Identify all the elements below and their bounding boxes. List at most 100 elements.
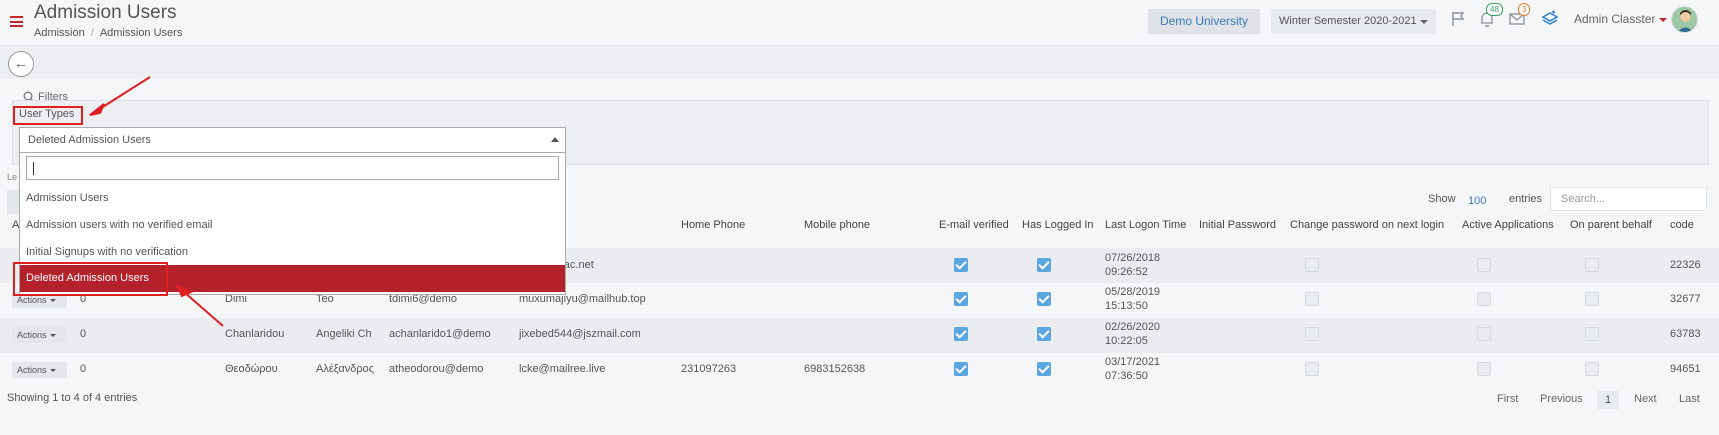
chevron-up-icon [551, 137, 559, 142]
change-password-checkbox [1305, 258, 1319, 272]
pagination-last[interactable]: Last [1679, 393, 1700, 405]
pagination-first[interactable]: First [1497, 393, 1518, 405]
institution-button[interactable]: Demo University [1148, 9, 1260, 34]
option-admission-users[interactable]: Admission Users [20, 185, 565, 212]
column-header-mobile-phone[interactable]: Mobile phone [804, 219, 870, 231]
email-verified-checkbox [954, 362, 968, 376]
layers-icon[interactable] [1541, 10, 1559, 28]
has-logged-in-checkbox [1037, 362, 1051, 376]
last-logon-date: 02/26/2020 [1105, 321, 1161, 333]
toolbar-band [0, 46, 1719, 79]
flag-icon[interactable] [1450, 10, 1468, 28]
notifications-badge: 48 [1486, 3, 1503, 16]
annotation-box-user-types [13, 106, 83, 125]
email-verified-checkbox [954, 327, 968, 341]
column-header-has-logged-in[interactable]: Has Logged In [1022, 219, 1094, 231]
home-phone-cell: 231097263 [681, 363, 737, 375]
hamburger-menu-icon[interactable] [10, 16, 23, 27]
change-password-checkbox [1305, 362, 1319, 376]
mobile-phone-cell: 6983152638 [804, 363, 866, 375]
actions-button[interactable]: Actions [12, 327, 67, 343]
column-header-active-applications[interactable]: Active Applications [1462, 219, 1554, 231]
dropdown-search-input[interactable] [26, 156, 559, 180]
column-header-email-verified[interactable]: E-mail verified [939, 219, 1009, 231]
on-parent-behalf-checkbox [1585, 327, 1599, 341]
chevron-down-icon [49, 334, 56, 338]
has-logged-in-checkbox [1037, 292, 1051, 306]
back-button[interactable]: ← [8, 51, 34, 77]
change-password-checkbox [1305, 292, 1319, 306]
chevron-down-icon [1659, 17, 1668, 22]
actions-button[interactable]: Actions [12, 362, 67, 378]
annotation-box-deleted-users [13, 262, 168, 296]
last-logon-date: 05/28/2019 [1105, 286, 1161, 298]
show-label: Show [1428, 193, 1456, 205]
active-applications-checkbox [1477, 258, 1491, 272]
email-verified-checkbox [954, 292, 968, 306]
code-cell: 22326 [1670, 259, 1701, 271]
breadcrumb-admission-users: Admission Users [99, 27, 183, 39]
active-applications-checkbox [1477, 362, 1491, 376]
on-parent-behalf-checkbox [1585, 258, 1599, 272]
first-name-cell: Αλέξανδρος [316, 363, 375, 375]
last-logon-date: 03/17/2021 [1105, 356, 1161, 368]
entries-per-page-select[interactable]: 100 [1468, 195, 1486, 207]
last-logon-time: 15:13:50 [1105, 300, 1148, 312]
pagination-next[interactable]: Next [1634, 393, 1657, 405]
column-header-initial-password[interactable]: Initial Password [1199, 219, 1276, 231]
first-name-cell: Angeliki Ch [316, 328, 372, 340]
pagination-previous[interactable]: Previous [1540, 393, 1583, 405]
chevron-down-icon [1420, 20, 1428, 24]
count-cell: 0 [80, 328, 87, 340]
username-cell: achanlarido1@demo [389, 328, 491, 340]
active-applications-checkbox [1477, 292, 1491, 306]
table-info: Showing 1 to 4 of 4 entries [7, 392, 138, 404]
user-name: Admin Classter [1574, 12, 1656, 26]
code-cell: 63783 [1670, 328, 1701, 340]
last-logon-time: 10:22:05 [1105, 335, 1148, 347]
last-logon-date: 07/26/2018 [1105, 252, 1161, 264]
last-logon-time: 09:26:52 [1105, 266, 1148, 278]
semester-select[interactable]: Winter Semester 2020-2021 [1271, 9, 1436, 34]
breadcrumb-admission[interactable]: Admission [34, 27, 85, 39]
actions-label: Actions [17, 330, 47, 340]
partial-button[interactable] [7, 190, 19, 214]
on-parent-behalf-checkbox [1585, 362, 1599, 376]
column-header-on-parent-behalf[interactable]: On parent behalf [1570, 219, 1652, 231]
email-cell: jixebed544@jszmail.com [519, 328, 641, 340]
has-logged-in-checkbox [1037, 258, 1051, 272]
last-name-cell: Θεοδώρου [225, 363, 278, 375]
has-logged-in-checkbox [1037, 327, 1051, 341]
avatar[interactable] [1671, 6, 1698, 33]
column-header-last-logon-time[interactable]: Last Logon Time [1105, 219, 1186, 231]
actions-label: Actions [17, 295, 47, 305]
breadcrumb: Admission / Admission Users [34, 27, 183, 39]
user-types-select[interactable]: Deleted Admission Users [19, 127, 566, 153]
entries-label: entries [1509, 193, 1543, 205]
email-cell: lcke@mailree.live [519, 363, 606, 375]
partial-label: Le [7, 172, 18, 182]
last-name-cell: Chanlaridou [225, 328, 285, 340]
count-cell: 0 [80, 363, 87, 375]
page-title: Admission Users [34, 2, 177, 23]
chevron-down-icon [49, 369, 56, 373]
pagination-page-1[interactable]: 1 [1597, 391, 1619, 409]
table-search-input[interactable]: Search... [1550, 187, 1707, 211]
code-cell: 94651 [1670, 363, 1701, 375]
last-logon-time: 07:36:50 [1105, 370, 1148, 382]
column-header-home-phone[interactable]: Home Phone [681, 219, 745, 231]
change-password-checkbox [1305, 327, 1319, 341]
table-row: Actions 0 Chanlaridou Angeliki Ch achanl… [0, 318, 1719, 353]
column-header-change-password[interactable]: Change password on next login [1290, 219, 1444, 231]
user-menu[interactable]: Admin Classter [1574, 12, 1668, 26]
semester-label: Winter Semester 2020-2021 [1279, 15, 1417, 27]
active-applications-checkbox [1477, 327, 1491, 341]
email-verified-checkbox [954, 258, 968, 272]
column-header-code[interactable]: code [1670, 219, 1694, 231]
code-cell: 32677 [1670, 293, 1701, 305]
chevron-down-icon [49, 299, 56, 303]
username-cell: atheodorou@demo [389, 363, 484, 375]
option-no-verified-email[interactable]: Admission users with no verified email [20, 212, 565, 239]
on-parent-behalf-checkbox [1585, 292, 1599, 306]
actions-label: Actions [17, 365, 47, 375]
